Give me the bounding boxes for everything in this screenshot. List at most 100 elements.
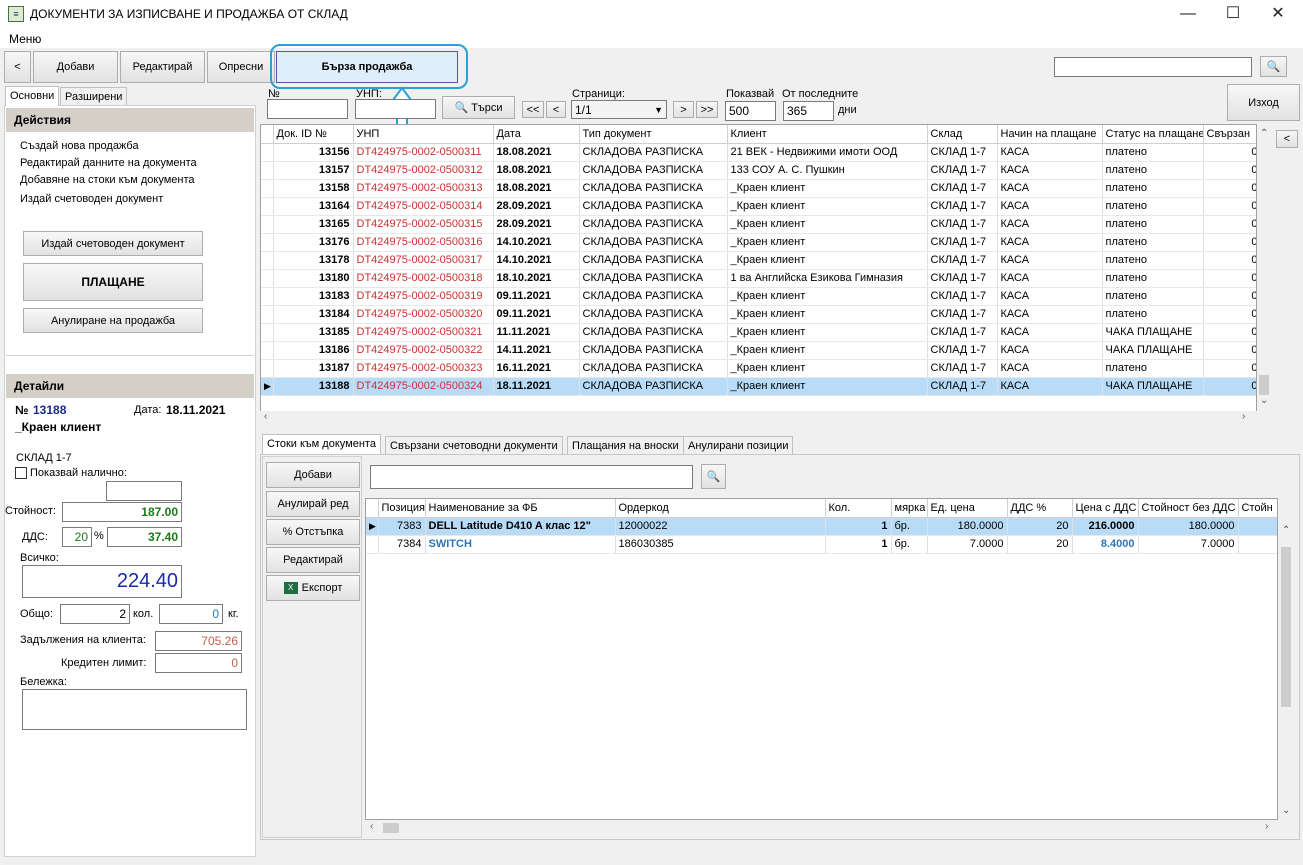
- table-row[interactable]: 13185 DT424975-0002-0500321 11.11.2021 СКЛА…: [261, 323, 1256, 342]
- goods-search-input[interactable]: [370, 465, 693, 489]
- bottom-tab[interactable]: Анулирани позиции: [683, 436, 794, 454]
- table-row[interactable]: 13178 DT424975-0002-0500317 14.10.2021 СКЛА…: [261, 251, 1256, 270]
- bottom-tab[interactable]: Свързани счетоводни документи: [385, 436, 563, 454]
- action-add-goods[interactable]: Добавяне на стоки към документа: [20, 174, 195, 186]
- last-page-button[interactable]: >>: [696, 101, 718, 118]
- next-page-button[interactable]: >: [673, 101, 694, 118]
- column-header[interactable]: Начин на плащане: [997, 125, 1103, 144]
- column-header[interactable]: Наименование за ФБ: [425, 499, 616, 518]
- scroll-thumb[interactable]: [1259, 375, 1269, 395]
- table-row[interactable]: 13180 DT424975-0002-0500318 18.10.2021 СКЛА…: [261, 269, 1256, 288]
- tab-extended[interactable]: Разширени: [60, 87, 128, 105]
- global-search-button[interactable]: 🔍: [1260, 56, 1287, 77]
- column-header[interactable]: Док. ID №: [273, 125, 354, 144]
- edit-item-button[interactable]: Редактирай: [266, 547, 360, 573]
- tab-basic[interactable]: Основни: [5, 86, 60, 106]
- column-header[interactable]: Стойн: [1238, 499, 1277, 518]
- action-new-sale[interactable]: Създай нова продажба: [20, 140, 139, 152]
- table-row[interactable]: 13158 DT424975-0002-0500313 18.08.2021 СКЛА…: [261, 179, 1256, 198]
- column-header[interactable]: Свързан: [1203, 125, 1256, 144]
- back-button[interactable]: <: [4, 51, 31, 83]
- table-row[interactable]: 13183 DT424975-0002-0500319 09.11.2021 СКЛА…: [261, 287, 1256, 306]
- table-row[interactable]: ▶ 7383 DELL Latitude D410 A клас 12" 120000…: [366, 517, 1277, 536]
- table-cell: 13165: [273, 215, 354, 234]
- close-button[interactable]: ✕: [1255, 0, 1301, 30]
- table-row[interactable]: ▶ 13188 DT424975-0002-0500324 18.11.2021 СКЛ…: [261, 377, 1256, 396]
- table-row[interactable]: 13186 DT424975-0002-0500322 14.11.2021 СКЛА…: [261, 341, 1256, 360]
- table-cell: платено: [1102, 269, 1204, 288]
- discount-button[interactable]: % Отстъпка: [266, 519, 360, 545]
- column-header[interactable]: Тип документ: [579, 125, 728, 144]
- row-indicator: [261, 215, 274, 234]
- vat-percent-field[interactable]: 20: [62, 527, 92, 547]
- items-hscrollbar[interactable]: ‹ ›: [365, 820, 1278, 836]
- maximize-button[interactable]: ☐: [1210, 0, 1256, 30]
- column-header[interactable]: УНП: [353, 125, 494, 144]
- column-header[interactable]: мярка: [891, 499, 928, 518]
- page-select[interactable]: 1/1 ▼: [571, 100, 667, 119]
- documents-vscrollbar[interactable]: ⌃ ⌄: [1257, 125, 1271, 415]
- exit-button[interactable]: Изход: [1227, 84, 1300, 121]
- items-vscrollbar[interactable]: ⌃ ⌄: [1278, 499, 1294, 821]
- pay-button[interactable]: ПЛАЩАНЕ: [23, 263, 203, 301]
- documents-grid: Док. ID № УНП Дата Тип документ Клиент Склад Н…: [260, 124, 1257, 414]
- table-row[interactable]: 13184 DT424975-0002-0500320 09.11.2021 СКЛА…: [261, 305, 1256, 324]
- column-header[interactable]: Склад: [927, 125, 998, 144]
- menu-item-main[interactable]: Меню: [9, 32, 41, 46]
- prev-page-button[interactable]: <: [546, 101, 566, 118]
- column-header[interactable]: ДДС %: [1007, 499, 1073, 518]
- table-cell: СКЛАД 1-7: [927, 251, 998, 270]
- export-button[interactable]: X Експорт: [266, 575, 360, 601]
- table-cell: DT424975-0002-0500320: [353, 305, 494, 324]
- doc-no-filter-input[interactable]: [267, 99, 348, 119]
- column-header[interactable]: Дата: [493, 125, 580, 144]
- action-edit-document[interactable]: Редактирай данните на документа: [20, 157, 197, 169]
- scroll-thumb[interactable]: [383, 823, 399, 833]
- column-header[interactable]: Ордеркод: [615, 499, 826, 518]
- column-header[interactable]: Стойност без ДДС: [1138, 499, 1239, 518]
- cancel-sale-button[interactable]: Анулиране на продажба: [23, 308, 203, 333]
- issue-document-button[interactable]: Издай счетоводен документ: [23, 231, 203, 256]
- column-header[interactable]: Статус на плащане: [1102, 125, 1204, 144]
- search-button[interactable]: 🔍 Търси: [442, 96, 515, 119]
- available-field[interactable]: [106, 481, 182, 501]
- column-header[interactable]: Клиент: [727, 125, 928, 144]
- unp-filter-input[interactable]: [355, 99, 436, 119]
- edit-button[interactable]: Редактирай: [120, 51, 205, 83]
- table-cell: 12000022: [615, 517, 826, 536]
- documents-hscrollbar[interactable]: ‹ ›: [260, 411, 1257, 425]
- cancel-row-button[interactable]: Анулирай ред: [266, 491, 360, 517]
- scroll-thumb[interactable]: [1281, 547, 1291, 707]
- goods-search-button[interactable]: 🔍: [701, 464, 726, 489]
- table-cell: 0: [1203, 161, 1256, 180]
- bottom-tab[interactable]: Плащания на вноски: [567, 436, 684, 454]
- table-row[interactable]: 13156 DT424975-0002-0500311 18.08.2021 СКЛА…: [261, 143, 1256, 162]
- column-header[interactable]: Позиция: [378, 499, 426, 518]
- bottom-tab[interactable]: Стоки към документа: [262, 434, 381, 454]
- table-cell: СКЛАД 1-7: [927, 161, 998, 180]
- column-header[interactable]: Цена с ДДС: [1072, 499, 1139, 518]
- table-row[interactable]: 13176 DT424975-0002-0500316 14.10.2021 СКЛА…: [261, 233, 1256, 252]
- table-row[interactable]: 13157 DT424975-0002-0500312 18.08.2021 СКЛА…: [261, 161, 1256, 180]
- first-page-button[interactable]: <<: [522, 101, 544, 118]
- show-count-input[interactable]: 500: [725, 101, 776, 121]
- action-issue-document[interactable]: Издай счетоводен документ: [20, 193, 163, 205]
- table-row[interactable]: 7384 SWITCH 186030385 1 бр. 7.0000 20 8.4000 7.0…: [366, 535, 1277, 554]
- app-icon: ≡: [8, 6, 24, 22]
- column-header[interactable]: Кол.: [825, 499, 892, 518]
- column-header[interactable]: Ед. цена: [927, 499, 1008, 518]
- quick-sale-button[interactable]: Бърза продажба: [276, 51, 458, 83]
- days-input[interactable]: 365: [783, 101, 834, 121]
- add-item-button[interactable]: Добави: [266, 462, 360, 488]
- table-row[interactable]: 13164 DT424975-0002-0500314 28.09.2021 СКЛА…: [261, 197, 1256, 216]
- show-available-checkbox[interactable]: [15, 467, 27, 479]
- collapse-right-button[interactable]: <: [1276, 130, 1298, 148]
- table-row[interactable]: 13165 DT424975-0002-0500315 28.09.2021 СКЛА…: [261, 215, 1256, 234]
- table-cell: СКЛАДОВА РАЗПИСКА: [579, 341, 728, 360]
- global-search-input[interactable]: [1054, 57, 1252, 77]
- refresh-button[interactable]: Опресни: [207, 51, 275, 83]
- note-textarea[interactable]: [22, 689, 247, 730]
- minimize-button[interactable]: —: [1165, 0, 1211, 30]
- table-row[interactable]: 13187 DT424975-0002-0500323 16.11.2021 СКЛА…: [261, 359, 1256, 378]
- add-button[interactable]: Добави: [33, 51, 118, 83]
